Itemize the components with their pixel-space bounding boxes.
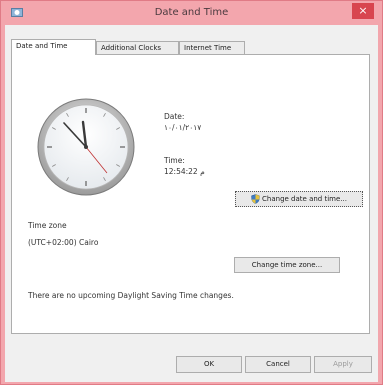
dst-message: There are no upcoming Daylight Saving Ti… [28, 291, 234, 300]
change-date-time-button[interactable]: Change date and time... [235, 191, 363, 207]
analog-clock [37, 98, 135, 196]
time-zone-value: (UTC+02:00) Cairo [28, 238, 99, 247]
dialog-body: Date and Time Additional Clocks Internet… [5, 25, 378, 382]
uac-shield-icon [251, 194, 260, 204]
time-label: Time: [164, 156, 185, 165]
cancel-button[interactable]: Cancel [245, 356, 311, 373]
tab-panel-date-and-time: Date: ١٠/٠١/٢٠١٧ Time: 12:54:22 م Change… [11, 54, 370, 334]
date-value: ١٠/٠١/٢٠١٧ [164, 123, 202, 132]
apply-button: Apply [314, 356, 372, 373]
change-date-time-label: Change date and time... [262, 195, 347, 203]
time-zone-label: Time zone [28, 221, 67, 230]
ok-button[interactable]: OK [176, 356, 242, 373]
tab-date-and-time[interactable]: Date and Time [11, 39, 96, 55]
close-icon: × [358, 4, 368, 17]
close-button[interactable]: × [352, 3, 374, 19]
window-title: Date and Time [154, 7, 229, 18]
tab-internet-time[interactable]: Internet Time [179, 41, 245, 54]
date-label: Date: [164, 112, 185, 121]
change-time-zone-button[interactable]: Change time zone... [234, 257, 340, 273]
tab-additional-clocks[interactable]: Additional Clocks [96, 41, 179, 54]
time-value: 12:54:22 م [164, 167, 205, 176]
title-bar[interactable]: Date and Time × [1, 1, 382, 25]
date-time-dialog: Date and Time × Date and Time Additional… [0, 0, 383, 385]
